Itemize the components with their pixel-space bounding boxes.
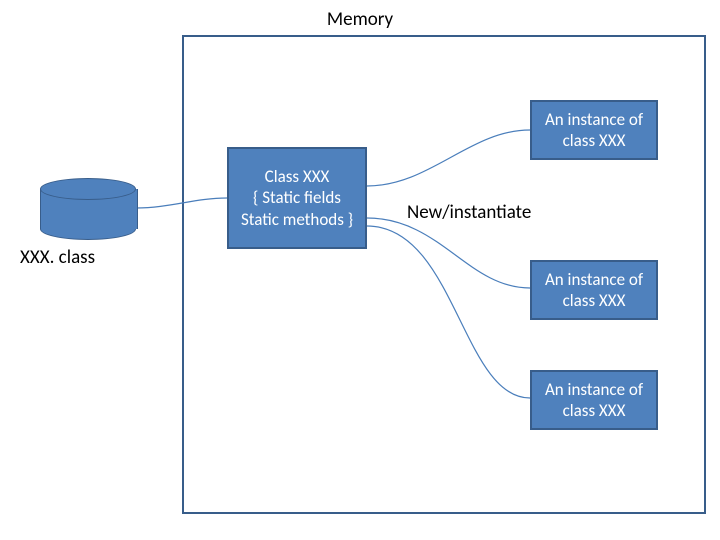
memory-title: Memory	[0, 8, 720, 31]
instance-box-2: An instance of class XXX	[530, 260, 658, 320]
instance-1-text: An instance of class XXX	[532, 109, 656, 152]
instance-box-3: An instance of class XXX	[530, 370, 658, 430]
class-definition-box: Class XXX { Static fields Static methods…	[227, 147, 367, 249]
instance-box-1: An instance of class XXX	[530, 100, 658, 160]
class-box-line3: Static methods }	[231, 209, 363, 230]
diagram-canvas: Memory XXX. class Class XXX { Static fie…	[0, 0, 720, 540]
instance-2-text: An instance of class XXX	[532, 269, 656, 312]
class-box-line1: Class XXX	[231, 166, 363, 187]
instance-3-text: An instance of class XXX	[532, 379, 656, 422]
class-box-line2: { Static fields	[231, 187, 363, 208]
class-file-cylinder	[40, 178, 136, 240]
cylinder-top	[40, 178, 136, 200]
instantiate-label: New/instantiate	[407, 201, 531, 224]
class-file-label: XXX. class	[20, 246, 95, 269]
